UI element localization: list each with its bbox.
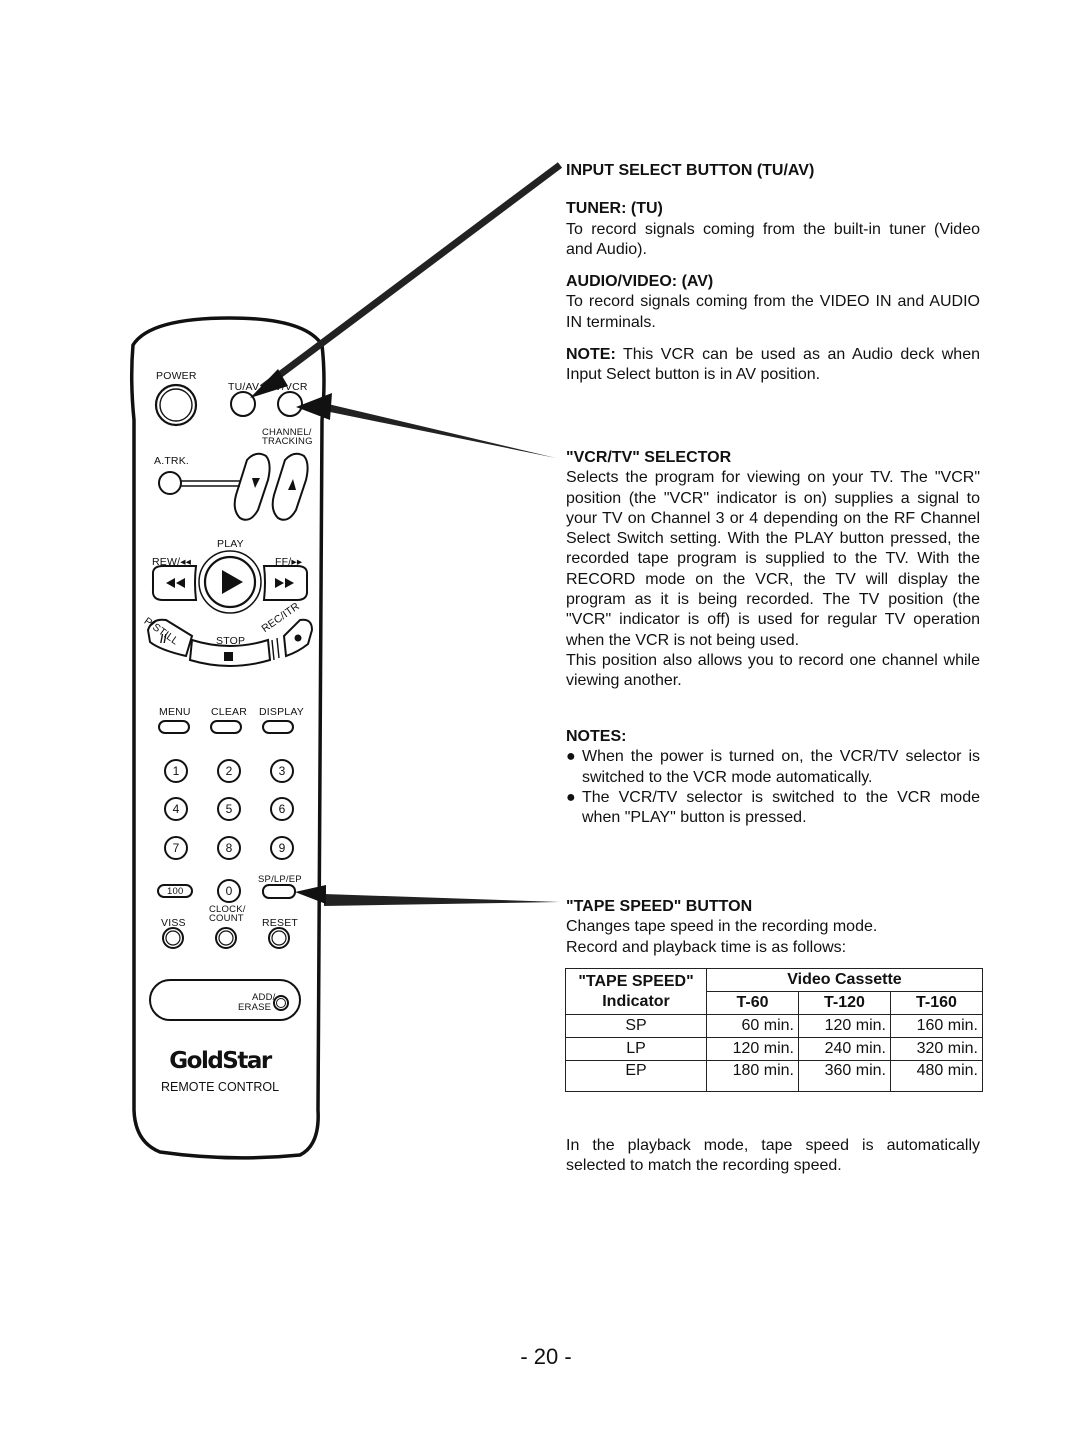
bullet-icon: ●: [566, 748, 576, 766]
clock-count-button[interactable]: [215, 927, 237, 949]
tracking-label: TRACKING: [262, 436, 313, 447]
channel-down-button[interactable]: [233, 452, 271, 521]
table-header-row: "TAPE SPEED" Indicator Video Cassette: [565, 968, 983, 1015]
atrk-label: A.TRK.: [154, 455, 190, 467]
stop-label: STOP: [216, 635, 246, 647]
tape-speed-heading: "TAPE SPEED" BUTTON: [566, 898, 753, 915]
ff-label: FF/▸▸: [275, 556, 303, 568]
arrow-input-select: [250, 162, 563, 398]
play-button[interactable]: [198, 550, 262, 614]
digit-label: 8: [225, 841, 233, 855]
tape-speed-line-1: Changes tape speed in the recording mode…: [566, 918, 878, 936]
hundred-label: 100: [167, 886, 184, 897]
table-row: SP 60 min. 120 min. 160 min.: [565, 1014, 983, 1038]
tape-speed-button[interactable]: [262, 884, 296, 899]
splpep-label: SP/LP/EP: [258, 874, 302, 885]
menu-button[interactable]: [158, 720, 190, 734]
power-label: POWER: [156, 370, 197, 382]
page-number: - 20 -: [520, 1344, 572, 1369]
atrk-button[interactable]: [158, 471, 182, 495]
tu-av-button[interactable]: [230, 391, 256, 417]
menu-label: MENU: [159, 706, 191, 718]
digit-label: 6: [278, 802, 286, 816]
recitr-label: REC/ITR: [259, 600, 302, 636]
reset-button[interactable]: [268, 927, 290, 949]
table-row: EP 180 min. 360 min. 480 min.: [565, 1060, 983, 1092]
table-row: LP 120 min. 240 min. 320 min.: [565, 1037, 983, 1061]
table-col-header: T-120: [798, 991, 891, 1015]
tv-vcr-label: TV/VCR: [268, 381, 308, 393]
note-text: This VCR can be used as an Audio deck wh…: [566, 346, 980, 384]
tape-speed-section: "TAPE SPEED" BUTTON Changes tape speed i…: [566, 897, 980, 958]
rewind-button[interactable]: [151, 565, 198, 601]
tuner-heading: TUNER: (TU): [566, 200, 663, 218]
digit-label: 0: [225, 884, 233, 898]
digit-label: 2: [225, 764, 233, 778]
table-group-header: Video Cassette: [706, 968, 983, 992]
count-label: COUNT: [209, 913, 244, 924]
digit-label: 3: [278, 764, 286, 778]
tape-speed-table: "TAPE SPEED" Indicator Video Cassette T-…: [565, 968, 983, 1092]
clear-button[interactable]: [210, 720, 242, 734]
fast-forward-button[interactable]: [262, 565, 309, 601]
notes-section: NOTES: ● When the power is turned on, the…: [566, 727, 980, 828]
viss-label: VISS: [161, 917, 186, 929]
viss-button[interactable]: [162, 927, 184, 949]
table-header-indicator: "TAPE SPEED" Indicator: [565, 968, 707, 1015]
vcr-tv-section: "VCR/TV" SELECTOR Selects the program fo…: [566, 448, 980, 692]
reset-label: RESET: [262, 917, 299, 929]
vcr-tv-text: Selects the program for viewing on your …: [566, 469, 980, 649]
display-label: DISPLAY: [259, 706, 304, 718]
goldstar-logo: GoldStar: [169, 1048, 272, 1074]
clear-label: CLEAR: [211, 706, 248, 718]
input-select-section: INPUT SELECT BUTTON (TU/AV) TUNER: (TU) …: [566, 161, 980, 386]
tuner-text: To record signals coming from the built-…: [566, 220, 980, 258]
tv-vcr-button[interactable]: [277, 391, 303, 417]
arrow-tape-speed: [295, 885, 560, 906]
channel-up-button[interactable]: [271, 452, 309, 521]
vcr-tv-text-2: This position also allows you to record …: [566, 651, 980, 690]
bullet-icon: ●: [566, 788, 576, 806]
input-select-heading: INPUT SELECT BUTTON (TU/AV): [566, 162, 815, 179]
vcr-tv-heading: "VCR/TV" SELECTOR: [566, 449, 732, 466]
record-button[interactable]: [282, 618, 314, 658]
digit-label: 5: [225, 802, 233, 816]
playback-note: In the playback mode, tape speed is auto…: [566, 1137, 980, 1175]
tape-speed-line-2: Record and playback time is as follows:: [566, 938, 847, 956]
remote-caption: REMOTE CONTROL: [160, 1080, 280, 1094]
notes-heading: NOTES:: [566, 728, 627, 745]
power-button[interactable]: [154, 383, 198, 427]
display-button[interactable]: [262, 720, 294, 734]
rew-label: REW/◂◂: [152, 556, 192, 568]
erase-label: ERASE: [238, 1002, 272, 1013]
table-col-header: T-60: [706, 991, 799, 1015]
digit-label: 4: [172, 802, 180, 816]
digit-label: 9: [278, 841, 286, 855]
input-select-note: NOTE: This VCR can be used as an Audio d…: [566, 345, 980, 386]
note-item: ● When the power is turned on, the VCR/TV…: [566, 748, 980, 786]
av-text: To record signals coming from the VIDEO …: [566, 293, 980, 331]
arrow-vcr-tv: [296, 393, 556, 458]
note-label: NOTE:: [566, 346, 616, 364]
digit-label: 7: [172, 841, 180, 855]
tu-av-label: TU/AV: [228, 381, 260, 393]
add-erase-button[interactable]: [273, 995, 289, 1011]
play-label: PLAY: [217, 538, 244, 550]
digit-label: 1: [172, 764, 180, 778]
note-item: ● The VCR/TV selector is switched to the …: [566, 788, 980, 827]
av-heading: AUDIO/VIDEO: (AV): [566, 273, 714, 291]
table-col-header: T-160: [890, 991, 983, 1015]
